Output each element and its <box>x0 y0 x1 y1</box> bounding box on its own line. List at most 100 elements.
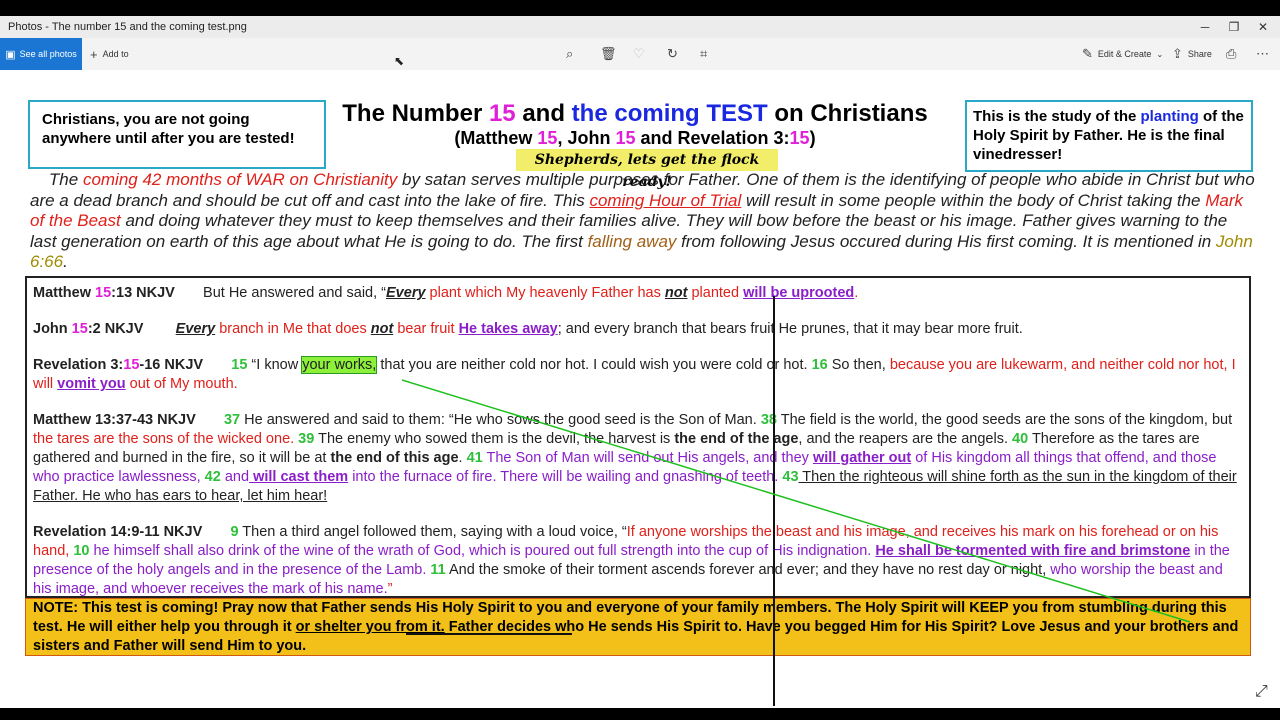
minimize-button[interactable]: ─ <box>1190 19 1220 35</box>
verse-emphasis: will be uprooted <box>743 285 855 301</box>
verse-text: because you are lukewarm, and neither co… <box>889 357 1228 373</box>
verse-text: The field is the world, the good seeds a… <box>776 412 1233 428</box>
verse-number: 39 <box>294 431 315 447</box>
right-callout-text: This is the study of the <box>973 108 1141 125</box>
verse-number: 15 <box>231 357 248 373</box>
print-button[interactable]: ⎙ <box>1226 38 1236 70</box>
verse-text: bear fruit <box>393 321 459 337</box>
verse-text: ” <box>387 581 393 597</box>
share-button[interactable]: ⇪ Share <box>1172 38 1212 70</box>
top-black-bar <box>0 0 1280 16</box>
verse-emphasis: will gather out <box>812 450 912 466</box>
see-all-photos-label: See all photos <box>19 49 77 59</box>
subtitle-number: 15 <box>615 128 636 148</box>
left-callout-text: Christians, you are not going anywhere u… <box>42 111 295 147</box>
title-number: 15 <box>488 100 516 127</box>
verse-text: ; and every branch that bears fruit He p… <box>557 321 1023 337</box>
verse-emphasis: Every <box>386 285 426 301</box>
page-title: The Number 15 and the coming TEST on Chr… <box>330 100 940 128</box>
crop-button[interactable]: ⌗ <box>700 38 707 70</box>
edit-icon: ✎ <box>1082 46 1093 61</box>
verse-reference: John 15:2 NKJV <box>33 321 144 337</box>
note-emphasis: or shelter you from it. <box>295 619 445 635</box>
intro-text: will result in some people within the bo… <box>741 190 1206 210</box>
plus-icon: + <box>90 46 98 62</box>
photo-viewer: Christians, you are not going anywhere u… <box>0 70 1280 708</box>
scripture-box: Matthew 15:13 NKJV But He answered and s… <box>25 276 1251 598</box>
intro-highlight: coming Hour of Trial <box>589 190 742 210</box>
title-part: and <box>515 100 572 127</box>
delete-button[interactable]: 🗑 <box>600 38 617 70</box>
verse-text: But He answered and said, “ <box>203 285 387 301</box>
verse-revelation-14: Revelation 14:9-11 NKJV 9 Then a third a… <box>33 523 1243 599</box>
subtitle-number: 15 <box>537 128 558 148</box>
chevron-down-icon: ⌄ <box>1156 49 1164 59</box>
intro-paragraph: The coming 42 months of WAR on Christian… <box>30 170 1255 273</box>
intro-highlight: falling away <box>587 231 677 251</box>
verse-text: . <box>458 450 467 466</box>
verse-emphasis: not <box>370 321 394 337</box>
zoom-button[interactable]: ⌕ <box>566 38 573 70</box>
verse-text: that you are neither cold nor hot. I cou… <box>376 357 812 373</box>
verse-text: plant which My heavenly Father has <box>425 285 665 301</box>
verse-text: , and the reapers are the angels. <box>798 431 1013 447</box>
verse-text: The Son of Man will send out His angels,… <box>482 450 813 466</box>
right-callout-box: This is the study of the planting of the… <box>965 100 1253 172</box>
verse-text: planted <box>687 285 744 301</box>
verse-text: branch in Me that does <box>215 321 371 337</box>
more-icon: ⋯ <box>1256 46 1269 61</box>
verse-emphasis: will cast them <box>249 469 349 485</box>
verse-text: And the smoke of their torment ascends f… <box>445 562 1051 578</box>
verse-text: “I know <box>247 357 303 373</box>
title-part: on Christians <box>767 100 928 127</box>
verse-text: He answered and said to them: “He who so… <box>240 412 761 428</box>
verse-matthew-15: Matthew 15:13 NKJV But He answered and s… <box>33 284 1243 303</box>
edit-create-label: Edit & Create <box>1097 49 1152 59</box>
heart-icon: ♡ <box>633 46 645 61</box>
verse-text: The enemy who sowed them is the devil, t… <box>314 431 675 447</box>
verse-reference: Matthew 15:13 NKJV <box>33 285 175 301</box>
verse-number: 38 <box>760 412 777 428</box>
see-all-photos-button[interactable]: ▣ See all photos <box>0 38 82 70</box>
verse-number: 11 <box>430 562 446 578</box>
title-test: the coming TEST <box>571 100 768 127</box>
favorite-button[interactable]: ♡ <box>633 38 645 70</box>
verse-text: . <box>854 285 859 301</box>
verse-number: 10 <box>69 543 90 559</box>
verse-emphasis: He takes away <box>458 321 558 337</box>
intro-text: . <box>63 252 68 271</box>
rotate-button[interactable]: ↻ <box>667 38 678 70</box>
verse-number: 40 <box>1012 431 1029 447</box>
mouse-cursor-icon: ⬉ <box>394 54 405 68</box>
share-icon: ⇪ <box>1172 46 1183 61</box>
title-part: The Number <box>342 100 489 127</box>
bottom-black-bar <box>0 708 1280 720</box>
verse-text: Then a third angel followed them, saying… <box>238 524 627 540</box>
print-icon: ⎙ <box>1226 46 1237 61</box>
verse-matthew-13: Matthew 13:37-43 NKJV 37 He answered and… <box>33 411 1243 506</box>
window-titlebar: Photos - The number 15 and the coming te… <box>0 16 1280 38</box>
photos-icon: ▣ <box>5 48 16 61</box>
verse-number: 37 <box>223 412 241 428</box>
restore-button[interactable]: ❐ <box>1219 19 1249 35</box>
add-to-label: Add to <box>102 49 129 59</box>
verse-number: 9 <box>230 524 239 540</box>
verse-emphasis: the end of the age <box>674 431 799 447</box>
verse-emphasis: not <box>664 285 688 301</box>
verse-text: the tares are the sons of the wicked one… <box>33 431 295 447</box>
crop-icon: ⌗ <box>700 46 708 61</box>
verse-emphasis: He shall be tormented with fire and brim… <box>875 543 1191 559</box>
verse-text: So then, <box>827 357 890 373</box>
subtitle-number: 15 <box>789 128 810 148</box>
verse-text: out of My mouth. <box>125 376 238 392</box>
expand-icon[interactable]: ⤢ <box>1255 683 1268 701</box>
more-button[interactable]: ⋯ <box>1256 38 1269 70</box>
verse-revelation-3: Revelation 3:15-16 NKJV 15 “I know your … <box>33 356 1243 394</box>
subtitle-part: and Revelation 3: <box>635 128 790 148</box>
close-button[interactable]: ✕ <box>1248 19 1278 35</box>
zoom-icon: ⌕ <box>566 46 574 61</box>
add-to-button[interactable]: + Add to <box>90 38 129 70</box>
verse-emphasis: the end of this age <box>330 450 459 466</box>
edit-create-button[interactable]: ✎ Edit & Create ⌄ <box>1082 38 1163 70</box>
subtitle-part: , John <box>557 128 616 148</box>
